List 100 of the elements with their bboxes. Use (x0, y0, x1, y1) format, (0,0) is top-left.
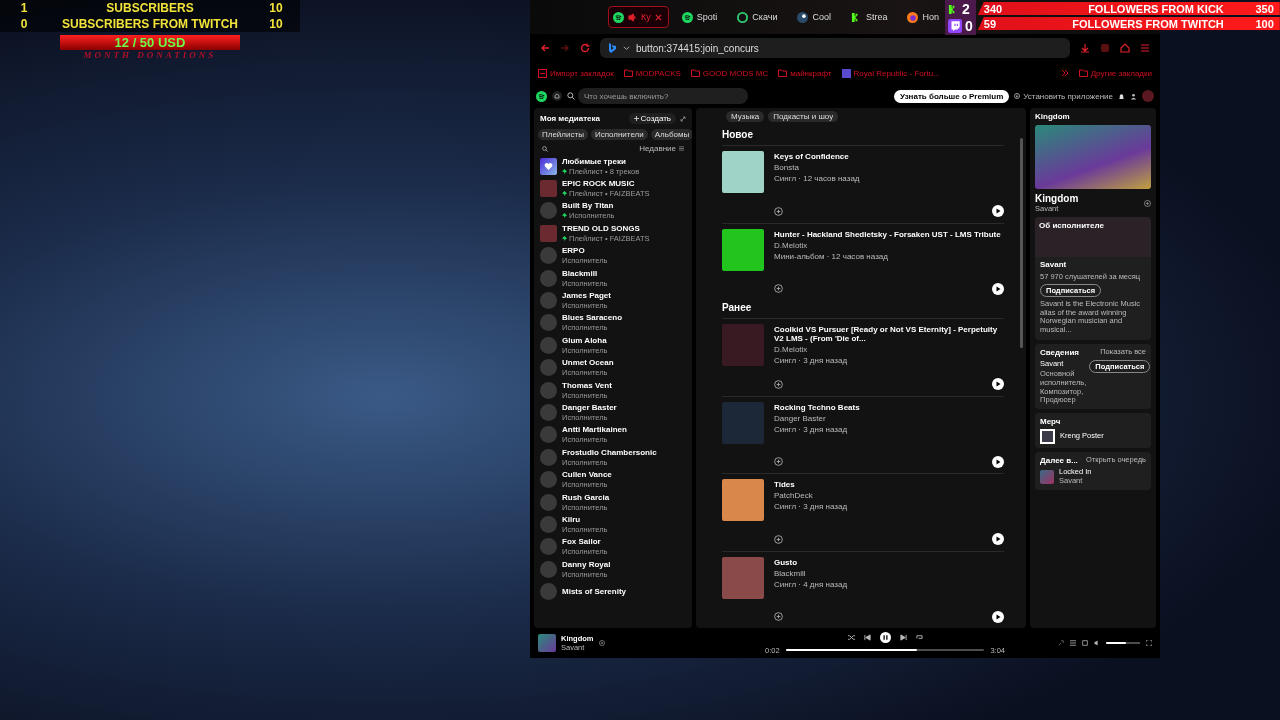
reload-icon[interactable] (580, 43, 590, 53)
item-title: Glum Aloha (562, 335, 608, 346)
donation-label: MONTH DONATIONS (82, 50, 218, 60)
filter-chip[interactable]: Исполнители (590, 129, 648, 140)
browser-tab[interactable]: Ку (608, 6, 669, 28)
avatar-icon (540, 202, 557, 220)
play-button-icon[interactable] (992, 533, 1004, 546)
artist-name[interactable]: PatchDeck (774, 491, 1004, 500)
item-title: Danny Royal (562, 559, 611, 570)
sort-dropdown[interactable]: Недавние (639, 144, 684, 153)
search-icon[interactable] (567, 92, 575, 100)
home-icon[interactable] (1120, 43, 1130, 53)
filter-chip[interactable]: Музыка (726, 111, 765, 122)
next-icon[interactable] (899, 633, 907, 641)
queue-icon[interactable] (1070, 640, 1076, 646)
shuffle-icon[interactable] (847, 633, 855, 641)
play-button-icon[interactable] (992, 205, 1004, 218)
spotify-icon (613, 11, 624, 23)
filter-chip[interactable]: Подкасты и шоу (768, 111, 839, 122)
people-icon[interactable] (1130, 92, 1137, 100)
add-circle-icon[interactable] (774, 284, 783, 294)
bell-icon[interactable] (1118, 92, 1125, 100)
library-item[interactable]: Mists of Serenity (540, 580, 686, 603)
speaker-icon[interactable] (1094, 640, 1100, 646)
item-title: Built By Titan (562, 201, 615, 212)
card-heading: Мерч (1040, 416, 1062, 427)
section-heading: Новое (722, 129, 754, 140)
artist-name[interactable]: D.Melotix (774, 240, 1004, 250)
bookmark-link[interactable]: GOOD MODS MC (690, 68, 769, 78)
search-icon[interactable] (542, 145, 548, 152)
avatar-icon (540, 336, 557, 354)
release-meta: Сингл · 3 дня назад (774, 424, 849, 434)
search-field[interactable]: Что хочешь включить? (578, 88, 748, 104)
play-button-icon[interactable] (992, 610, 1004, 623)
add-circle-icon[interactable] (1144, 199, 1151, 207)
add-circle-icon[interactable] (774, 206, 783, 216)
counter-label: FOLLOWERS FROM KICK (1087, 2, 1225, 15)
album-cover[interactable] (722, 228, 764, 271)
close-icon[interactable] (654, 13, 662, 21)
release-title[interactable]: Keys of Confidence (774, 152, 1004, 161)
pause-button-icon[interactable] (879, 631, 891, 643)
avatar-icon (540, 560, 557, 578)
artist-name[interactable]: D.Melotix (774, 345, 1004, 354)
device-icon[interactable] (1082, 640, 1088, 646)
goal-value: 10 (268, 17, 284, 31)
expand-icon[interactable] (680, 115, 686, 122)
create-button[interactable]: Создать (628, 113, 676, 124)
back-arrow-icon[interactable] (540, 43, 550, 53)
bookmark-link[interactable]: Импорт закладок (538, 68, 614, 78)
premium-button[interactable]: Узнать больше о Premium (894, 89, 1010, 103)
download-icon[interactable] (1080, 43, 1090, 53)
artist-name[interactable]: Danger Baster (774, 413, 1004, 423)
previous-icon[interactable] (863, 633, 871, 641)
avatar-icon (540, 381, 557, 399)
bookmark-link[interactable]: Другие закладки (1078, 68, 1152, 78)
avatar-icon (540, 583, 557, 601)
item-title: Rush Garcia (562, 492, 610, 503)
poster-thumbnail[interactable] (1040, 429, 1055, 445)
address-bar[interactable]: button:374415:join_concurs (600, 38, 1070, 58)
filter-chip[interactable]: Альбомы (650, 129, 692, 140)
release-title[interactable]: Rocking Techno Beats (774, 402, 1004, 412)
play-button-icon[interactable] (992, 282, 1004, 295)
item-title: Danger Baster (562, 403, 617, 413)
add-circle-icon[interactable] (598, 640, 605, 646)
list-icon (679, 146, 684, 151)
fullscreen-icon[interactable] (1146, 640, 1152, 646)
double-chevron-icon[interactable] (1060, 69, 1069, 77)
avatar-icon (540, 538, 557, 556)
install-app-link[interactable]: Установить приложение (1014, 91, 1113, 101)
artist-name[interactable]: Bonsta (774, 163, 1004, 172)
browser-tab[interactable]: Spoti (674, 6, 725, 28)
filter-chip[interactable]: Плейлисты (538, 129, 588, 140)
add-circle-icon[interactable] (774, 534, 783, 544)
play-button-icon[interactable] (992, 378, 1004, 391)
import-icon (538, 68, 547, 78)
artist-name[interactable]: Blackmill (774, 568, 1004, 578)
repeat-icon[interactable] (915, 633, 923, 641)
play-button-icon[interactable] (992, 455, 1004, 468)
circle-icon (737, 11, 749, 23)
browser-tab[interactable]: Strea (843, 6, 895, 28)
home-icon[interactable] (552, 91, 562, 101)
bookmark-link[interactable]: майнкрафт (778, 68, 832, 78)
bookmark-link[interactable]: MODPACKS (623, 68, 681, 78)
track-title[interactable]: Kingdom (1035, 193, 1079, 205)
scrollbar[interactable] (1020, 138, 1023, 348)
browser-tab[interactable]: Cool (790, 6, 838, 28)
add-circle-icon[interactable] (774, 457, 783, 467)
add-circle-icon[interactable] (774, 379, 783, 389)
item-title: James Paget (562, 291, 611, 302)
pin-icon (562, 235, 567, 241)
browser-tab[interactable]: Скачи (730, 6, 785, 28)
add-circle-icon[interactable] (774, 612, 783, 622)
release-title[interactable]: Tides (774, 480, 1004, 489)
release-title[interactable]: Hunter - Hackland Shedletsky - Forsaken UST - LMS Tribute (774, 229, 1004, 239)
release-title[interactable]: Gusto (774, 557, 1004, 567)
browser-tab[interactable]: Hon (900, 6, 946, 28)
release-meta: Сингл · 3 дня назад (774, 502, 849, 511)
artist-name[interactable]: Savant (1040, 260, 1146, 270)
bookmark-link[interactable]: Royal Republic - Fortu... (841, 68, 940, 78)
release-title[interactable]: Coolkid VS Pursuer [Ready or Not VS Eternity] - Perpetuity V2 LMS - (From 'Die of... (774, 325, 1004, 343)
